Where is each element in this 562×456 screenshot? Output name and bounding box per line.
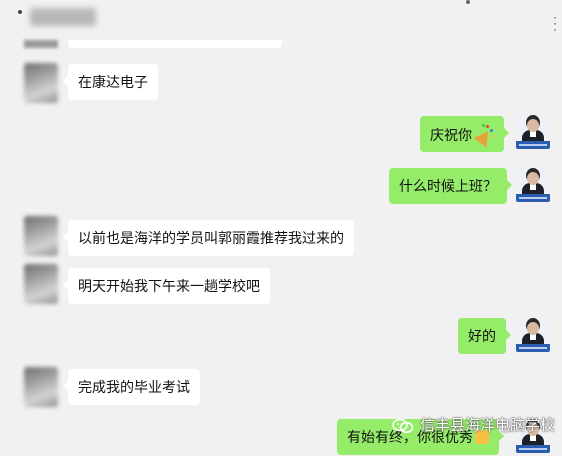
watermark-text: 信丰县海洋电脑学校 (420, 417, 556, 434)
my-avatar[interactable] (516, 168, 550, 202)
contact-avatar[interactable] (24, 367, 58, 407)
contact-avatar[interactable] (24, 264, 58, 304)
my-avatar[interactable] (516, 318, 550, 352)
chat-header: · · · (0, 0, 562, 44)
contact-name-prefix (18, 10, 22, 14)
message-text: 好的 (468, 328, 496, 344)
message-bubble-outgoing[interactable]: 什么时候上班？ (389, 168, 512, 204)
message-text: 庆祝你 (430, 127, 472, 143)
contact-avatar[interactable] (24, 216, 58, 256)
my-avatar[interactable] (516, 115, 550, 149)
message-text: 明天开始我下午来一趟学校吧 (78, 278, 260, 294)
message-bubble-outgoing[interactable]: 好的 (458, 318, 511, 354)
avatar-partial (24, 40, 58, 48)
more-options-icon[interactable]: · · · (553, 11, 561, 35)
message-text: 以前也是海洋的学员叫郭丽霞推荐我过来的 (78, 230, 344, 246)
message-bubble-outgoing[interactable]: 庆祝你 (420, 116, 509, 152)
header-dot (466, 0, 470, 4)
contact-name-blurred (30, 8, 96, 26)
message-text: 在康达电子 (78, 74, 148, 90)
contact-avatar[interactable] (24, 63, 58, 103)
message-bubble-partial (68, 40, 282, 48)
party-popper-icon (473, 124, 495, 148)
message-bubble-incoming[interactable]: 在康达电子 (63, 64, 158, 100)
message-text: 完成我的毕业考试 (78, 379, 190, 395)
message-bubble-incoming[interactable]: 明天开始我下午来一趟学校吧 (63, 268, 270, 304)
message-text: 什么时候上班？ (399, 178, 497, 194)
message-bubble-incoming[interactable]: 完成我的毕业考试 (63, 369, 200, 405)
wechat-official-account-icon (392, 418, 414, 434)
message-bubble-incoming[interactable]: 以前也是海洋的学员叫郭丽霞推荐我过来的 (63, 220, 354, 256)
